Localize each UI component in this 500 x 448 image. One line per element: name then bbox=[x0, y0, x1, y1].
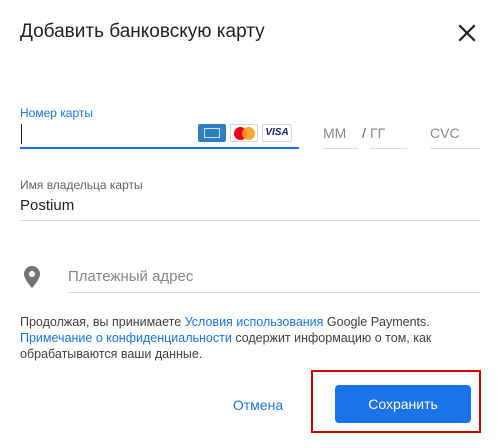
close-icon[interactable] bbox=[456, 22, 478, 44]
billing-address-underline bbox=[68, 292, 480, 293]
save-button[interactable]: Сохранить bbox=[335, 385, 471, 423]
privacy-link[interactable]: Примечание о конфиденциальности bbox=[20, 331, 232, 345]
expiry-year-input[interactable]: ГГ bbox=[370, 125, 385, 141]
mastercard-logo-icon bbox=[230, 124, 258, 142]
expiry-separator: / bbox=[362, 125, 366, 141]
cvc-input[interactable]: CVC bbox=[430, 125, 460, 141]
cardholder-name-label: Имя владельца карты bbox=[20, 178, 143, 192]
terms-link[interactable]: Условия использования bbox=[185, 315, 324, 329]
expiry-year-underline bbox=[370, 148, 407, 149]
legal-text-1: Продолжая, вы принимаете bbox=[20, 315, 185, 329]
dialog-title: Добавить банковскую карту bbox=[20, 21, 265, 42]
cardholder-name-underline bbox=[20, 220, 480, 221]
legal-text-2: Google Payments. bbox=[323, 315, 430, 329]
card-brand-logos: VISA bbox=[198, 124, 292, 142]
expiry-month-input[interactable]: ММ bbox=[323, 125, 346, 141]
card-number-underline bbox=[20, 147, 299, 149]
card-number-label: Номер карты bbox=[20, 106, 93, 120]
text-caret bbox=[21, 124, 22, 144]
billing-address-input[interactable]: Платежный адрес bbox=[68, 268, 193, 285]
cardholder-name-input[interactable]: Postium bbox=[20, 197, 74, 214]
visa-logo-icon: VISA bbox=[262, 124, 292, 142]
legal-notice: Продолжая, вы принимаете Условия использ… bbox=[20, 314, 480, 362]
expiry-month-underline bbox=[323, 148, 358, 149]
cancel-button[interactable]: Отмена bbox=[222, 392, 294, 418]
amex-logo-icon bbox=[198, 124, 226, 142]
location-pin-icon bbox=[24, 266, 40, 293]
cvc-underline bbox=[430, 148, 480, 149]
